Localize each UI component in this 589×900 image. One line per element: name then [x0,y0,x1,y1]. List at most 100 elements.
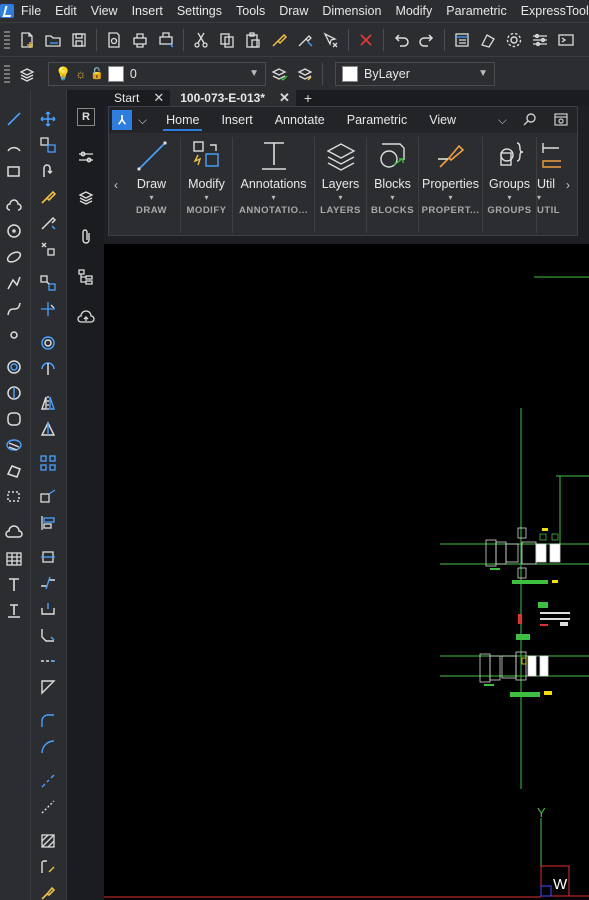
menu-dimension[interactable]: Dimension [315,0,388,22]
dropdown-arrow-icon[interactable]: ▾ [271,193,275,202]
layers-panel-icon[interactable] [75,186,97,208]
color-dropdown[interactable]: ByLayer ▼ [335,61,495,86]
move-icon[interactable] [37,108,59,130]
menu-expresstools[interactable]: ExpressTools [514,0,589,22]
ribbon-settings-icon[interactable] [553,111,569,130]
menu-draw[interactable]: Draw [272,0,315,22]
menu-tools[interactable]: Tools [229,0,272,22]
save-icon[interactable] [66,27,92,53]
dropdown-arrow-icon[interactable]: ▾ [390,193,394,202]
spline-icon[interactable] [3,298,25,320]
drawing-canvas[interactable]: Y W [104,244,589,900]
circle-icon[interactable] [3,220,25,242]
cloud-shape-icon[interactable] [3,522,25,544]
tab-start[interactable]: Start ✕ [104,90,170,106]
copy-icon[interactable] [214,27,240,53]
drawing-explorer-icon[interactable] [475,27,501,53]
menu-view[interactable]: View [84,0,125,22]
donut-icon[interactable] [3,356,25,378]
paste-icon[interactable] [240,27,266,53]
explode-icon[interactable] [37,770,59,792]
panel-annotations[interactable]: Annotations ▾ ANNOTATIO... [233,137,315,233]
match-properties-icon[interactable] [266,27,292,53]
app-menu-icon[interactable]: ⅄ [112,110,132,130]
scale-icon[interactable] [37,418,59,440]
properties-sliders-icon[interactable] [75,146,97,168]
menu-edit[interactable]: Edit [48,0,84,22]
close-icon[interactable]: ✕ [279,90,290,106]
properties-panel-icon[interactable] [449,27,475,53]
align-icon[interactable] [37,512,59,534]
dropdown-arrow-icon[interactable]: ▾ [537,193,541,202]
extend-icon[interactable] [37,676,59,698]
edit-text-icon[interactable] [37,882,59,900]
layer-previous-icon[interactable] [292,61,318,87]
structure-tree-icon[interactable] [75,266,97,288]
rectangle-icon[interactable] [3,160,25,182]
ribbon-overflow-icon[interactable]: ⌵ [498,113,507,128]
toolbar-grip[interactable] [4,64,10,83]
ribbon-toggle-button[interactable]: R [77,108,95,126]
layer-manager-icon[interactable] [14,61,40,87]
trim-icon[interactable] [37,358,59,380]
chevron-down-icon[interactable]: ⌵ [138,113,147,128]
ribbon-tab-parametric[interactable]: Parametric [336,107,418,133]
make-current-layer-icon[interactable] [266,61,292,87]
rotate-icon[interactable] [37,160,59,182]
layer-dropdown[interactable]: 💡 ☼ 🔓 0 ▼ [48,61,266,86]
lengthen-icon[interactable] [37,650,59,672]
mtext-icon[interactable] [3,600,25,622]
break-at-point-icon[interactable] [37,572,59,594]
blend-curves-icon[interactable] [37,736,59,758]
mirror-copy-icon[interactable] [37,238,59,260]
paint-brush-icon[interactable] [37,186,59,208]
eyedropper-icon[interactable] [37,212,59,234]
join-icon[interactable] [37,598,59,620]
ribbon-tab-home[interactable]: Home [155,107,210,133]
dropdown-arrow-icon[interactable]: ▾ [507,193,511,202]
ribbon-tab-annotate[interactable]: Annotate [264,107,336,133]
ribbon-tab-insert[interactable]: Insert [210,107,263,133]
search-icon[interactable] [523,112,537,129]
cloud-icon[interactable] [75,306,97,328]
text-icon[interactable] [3,574,25,596]
move-to-icon[interactable] [37,486,59,508]
dropdown-arrow-icon[interactable]: ▾ [149,193,153,202]
offset-icon[interactable] [37,332,59,354]
array-icon[interactable] [37,272,59,294]
app-logo-icon[interactable] [0,0,14,22]
ellipse-icon[interactable] [3,246,25,268]
stretch-icon[interactable] [37,298,59,320]
panel-modify[interactable]: Modify ▾ MODIFY [181,137,233,233]
close-icon[interactable]: ✕ [153,90,164,106]
pick-color-icon[interactable] [292,27,318,53]
dropdown-arrow-icon[interactable]: ▾ [204,193,208,202]
wipeout-icon[interactable] [3,460,25,482]
menu-parametric[interactable]: Parametric [439,0,513,22]
scroll-right-icon[interactable]: › [561,137,575,233]
sliders-icon[interactable] [527,27,553,53]
tab-drawing[interactable]: 100-073-E-013* ✕ [170,90,296,106]
panel-draw[interactable]: Draw ▾ DRAW [123,137,181,233]
undo-icon[interactable] [388,27,414,53]
menu-file[interactable]: File [14,0,48,22]
region-icon[interactable] [3,382,25,404]
hatch-pattern-icon[interactable] [37,830,59,852]
delete-icon[interactable] [353,27,379,53]
print-icon[interactable] [127,27,153,53]
scroll-left-icon[interactable]: ‹ [109,137,123,233]
divide-icon[interactable] [37,796,59,818]
table-icon[interactable] [3,548,25,570]
settings-gear-icon[interactable] [501,27,527,53]
break-icon[interactable] [37,546,59,568]
hatch-icon[interactable] [3,434,25,456]
edit-polyline-icon[interactable] [37,856,59,878]
menu-settings[interactable]: Settings [170,0,229,22]
select-filter-icon[interactable] [318,27,344,53]
panel-blocks[interactable]: Blocks ▾ BLOCKS [367,137,419,233]
publish-icon[interactable] [153,27,179,53]
line-icon[interactable] [3,108,25,130]
chamfer-icon[interactable] [37,624,59,646]
panel-properties[interactable]: Properties ▾ PROPERT... [419,137,483,233]
arc-icon[interactable] [3,134,25,156]
